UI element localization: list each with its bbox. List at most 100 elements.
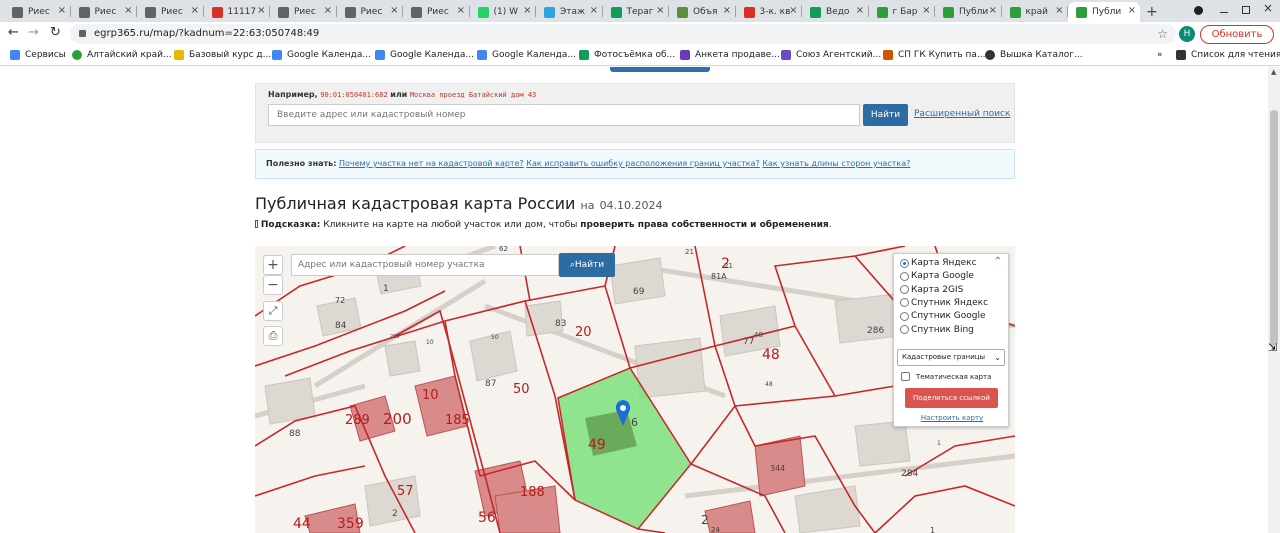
tab-search-icon[interactable] [1194, 6, 1203, 15]
collapse-icon[interactable]: ⌃ [994, 256, 1002, 267]
advanced-search-link[interactable]: Расширенный поиск [914, 109, 1010, 119]
tab-13[interactable]: Ведо × [802, 2, 868, 22]
example-address[interactable]: Москва проезд Батайский дом 43 [410, 91, 536, 99]
minimize-icon[interactable] [1220, 12, 1228, 13]
top-button-stub[interactable] [610, 67, 710, 72]
fullscreen-icon[interactable]: ⤢ [263, 301, 283, 321]
restore-icon[interactable] [1242, 6, 1250, 14]
forward-icon[interactable]: → [28, 25, 39, 40]
bookmark-item[interactable]: Базовый курс д... [174, 50, 271, 60]
zoom-in-button[interactable]: + [263, 255, 283, 275]
bookmark-item[interactable]: Google Календа... [375, 50, 474, 60]
parcel-number-label: 10 [422, 388, 439, 403]
tab-close-icon[interactable]: × [257, 5, 265, 16]
tab-17[interactable]: Публи × [1068, 2, 1140, 22]
thematic-map-toggle[interactable]: Тематическая карта [901, 372, 991, 381]
search-input[interactable] [268, 104, 860, 126]
bookmarks-overflow-icon[interactable]: » [1157, 50, 1163, 60]
overlay-select[interactable]: Кадастровые границы ⌄ [897, 349, 1005, 366]
tab-16[interactable]: край × [1002, 2, 1068, 22]
tab-11[interactable]: Объя × [669, 2, 735, 22]
layer-option[interactable]: Карта Яндекс [900, 258, 977, 268]
configure-map-link[interactable]: Настроить карту [894, 414, 1010, 422]
radio-button[interactable] [900, 325, 909, 334]
parcel-number-label: 62 [499, 246, 508, 253]
tab-close-icon[interactable]: × [191, 5, 199, 16]
bookmark-item[interactable]: Алтайский край... [72, 50, 172, 60]
tab-close-icon[interactable]: × [390, 5, 398, 16]
tab-15[interactable]: Публи × [935, 2, 1001, 22]
tab-6[interactable]: Риес × [337, 2, 403, 22]
print-icon[interactable]: ⎙ [263, 326, 283, 346]
tab-close-icon[interactable]: × [58, 5, 66, 16]
back-icon[interactable]: ← [8, 25, 19, 40]
search-button[interactable]: Найти [863, 104, 908, 126]
info-link-missing-parcel[interactable]: Почему участка нет на кадастровой карте? [339, 159, 524, 168]
tab-close-icon[interactable]: × [1055, 5, 1063, 16]
layer-option[interactable]: Спутник Яндекс [900, 298, 988, 308]
star-icon[interactable]: ☆ [1157, 24, 1168, 44]
thematic-checkbox[interactable] [901, 372, 910, 381]
profile-avatar[interactable]: Н [1179, 26, 1195, 42]
tab-close-icon[interactable]: × [1128, 5, 1136, 16]
site-icon [278, 6, 289, 18]
layer-option[interactable]: Спутник Bing [900, 325, 974, 335]
tab-3[interactable]: Риес × [137, 2, 203, 22]
bookmark-item[interactable]: Вышка Каталог... [985, 50, 1083, 60]
scroll-up-icon[interactable]: ▲ [1271, 68, 1276, 76]
tab-close-icon[interactable]: × [457, 5, 465, 16]
map-search-button[interactable]: ⌕Найти [559, 253, 615, 277]
tab-7[interactable]: Риес × [403, 2, 469, 22]
tab-close-icon[interactable]: × [590, 5, 598, 16]
address-bar[interactable]: egrp365.ru/map/?kadnum=22:63:050748:49 ☆ [70, 24, 1176, 44]
reload-icon[interactable]: ↻ [50, 25, 61, 40]
info-link-side-lengths[interactable]: Как узнать длины сторон участка? [762, 159, 910, 168]
bookmark-item[interactable]: СП ГК Купить па... [883, 50, 986, 60]
search-panel: Например, 90:01:050401:682 или Москва пр… [255, 83, 1015, 143]
zoom-out-button[interactable]: − [263, 275, 283, 295]
example-kadnum[interactable]: 90:01:050401:682 [320, 91, 387, 99]
tab-close-icon[interactable]: × [922, 5, 930, 16]
close-window-icon[interactable]: × [1263, 1, 1273, 15]
map-search-input[interactable] [291, 254, 559, 276]
layer-option[interactable]: Карта 2GIS [900, 285, 963, 295]
bookmark-item[interactable]: Анкета продаве... [680, 50, 780, 60]
tab-14[interactable]: г Бар × [869, 2, 935, 22]
radio-button[interactable] [900, 285, 909, 295]
tab-title: 11117 [227, 7, 257, 17]
scrollbar-thumb[interactable] [1270, 110, 1278, 346]
tab-close-icon[interactable]: × [856, 5, 864, 16]
info-link-fix-boundary[interactable]: Как исправить ошибку расположения границ… [526, 159, 759, 168]
tab-10[interactable]: Тераг × [603, 2, 669, 22]
tab-close-icon[interactable]: × [523, 5, 531, 16]
tab-close-icon[interactable]: × [789, 5, 797, 16]
tab-5[interactable]: Риес × [270, 2, 336, 22]
update-button[interactable]: Обновить [1200, 25, 1274, 44]
tab-close-icon[interactable]: × [723, 5, 731, 16]
tab-8[interactable]: (1) W × [470, 2, 536, 22]
bookmark-item[interactable]: Google Календа... [272, 50, 371, 60]
new-tab-button[interactable]: + [1146, 4, 1158, 20]
bookmark-item[interactable]: Список для чтения [1176, 50, 1280, 60]
bookmark-item[interactable]: Союз Агентский... [781, 50, 881, 60]
radio-button[interactable] [900, 258, 909, 268]
layer-option[interactable]: Спутник Google [900, 311, 986, 321]
tab-12[interactable]: 3-к. кв × [736, 2, 802, 22]
share-link-button[interactable]: Поделиться ссылкой [905, 388, 998, 408]
layer-option[interactable]: Карта Google [900, 271, 974, 281]
tab-close-icon[interactable]: × [324, 5, 332, 16]
tab-4[interactable]: 11117 × [204, 2, 270, 22]
radio-button[interactable] [900, 311, 909, 321]
tab-2[interactable]: Риес × [71, 2, 137, 22]
bookmark-item[interactable]: Сервисы [10, 50, 66, 60]
bookmark-item[interactable]: Фотосъёмка об... [579, 50, 675, 60]
radio-button[interactable] [900, 298, 909, 308]
tab-1[interactable]: Риес × [4, 2, 70, 22]
parcel-number-label: 344 [770, 464, 785, 473]
tab-9[interactable]: Этаж × [536, 2, 602, 22]
tab-close-icon[interactable]: × [656, 5, 664, 16]
tab-close-icon[interactable]: × [989, 5, 997, 16]
radio-button[interactable] [900, 271, 909, 281]
bookmark-item[interactable]: Google Календа... [477, 50, 576, 60]
tab-close-icon[interactable]: × [124, 5, 132, 16]
